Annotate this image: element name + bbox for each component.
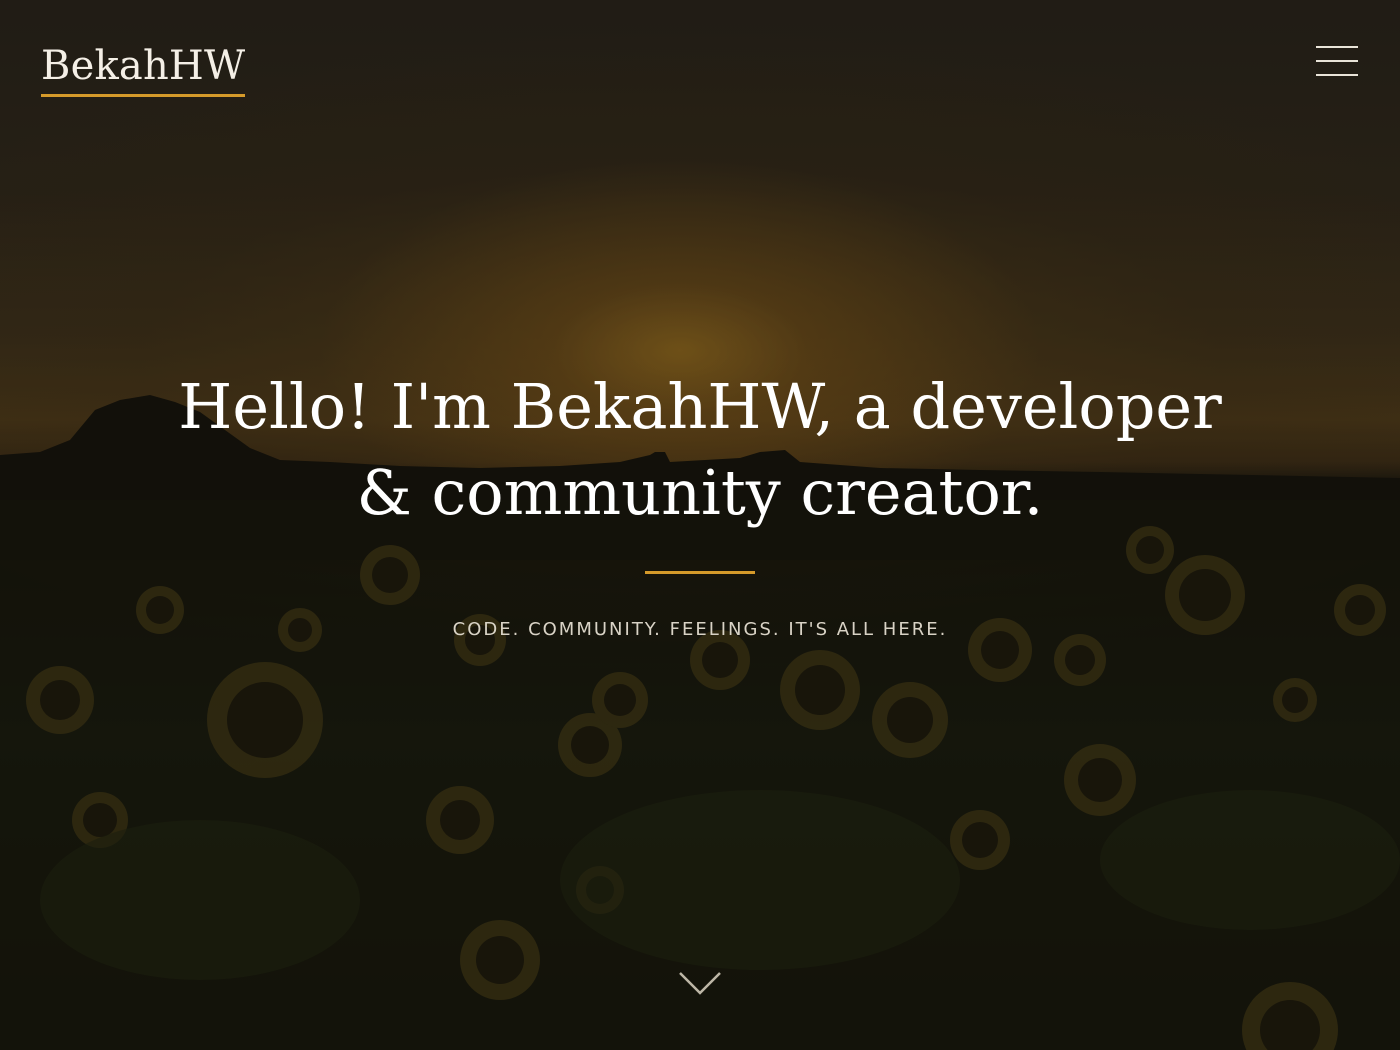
site-logo[interactable]: BekahHW bbox=[41, 42, 246, 97]
hamburger-menu-button[interactable] bbox=[1316, 44, 1360, 80]
menu-bar bbox=[1316, 74, 1358, 76]
headline-line-2: & community creator. bbox=[356, 456, 1044, 529]
menu-bar bbox=[1316, 46, 1358, 48]
chevron-down-icon bbox=[679, 972, 721, 995]
hero-section: BekahHW Hello! I'm BekahHW, a developer … bbox=[0, 0, 1400, 1050]
accent-divider bbox=[645, 571, 755, 574]
scroll-down-button[interactable] bbox=[677, 968, 723, 998]
hero-headline: Hello! I'm BekahHW, a developer & commun… bbox=[150, 364, 1250, 536]
headline-line-1: Hello! I'm BekahHW, a developer bbox=[178, 370, 1222, 443]
hero-tagline: CODE. COMMUNITY. FEELINGS. IT'S ALL HERE… bbox=[452, 619, 948, 640]
menu-bar bbox=[1316, 60, 1358, 62]
